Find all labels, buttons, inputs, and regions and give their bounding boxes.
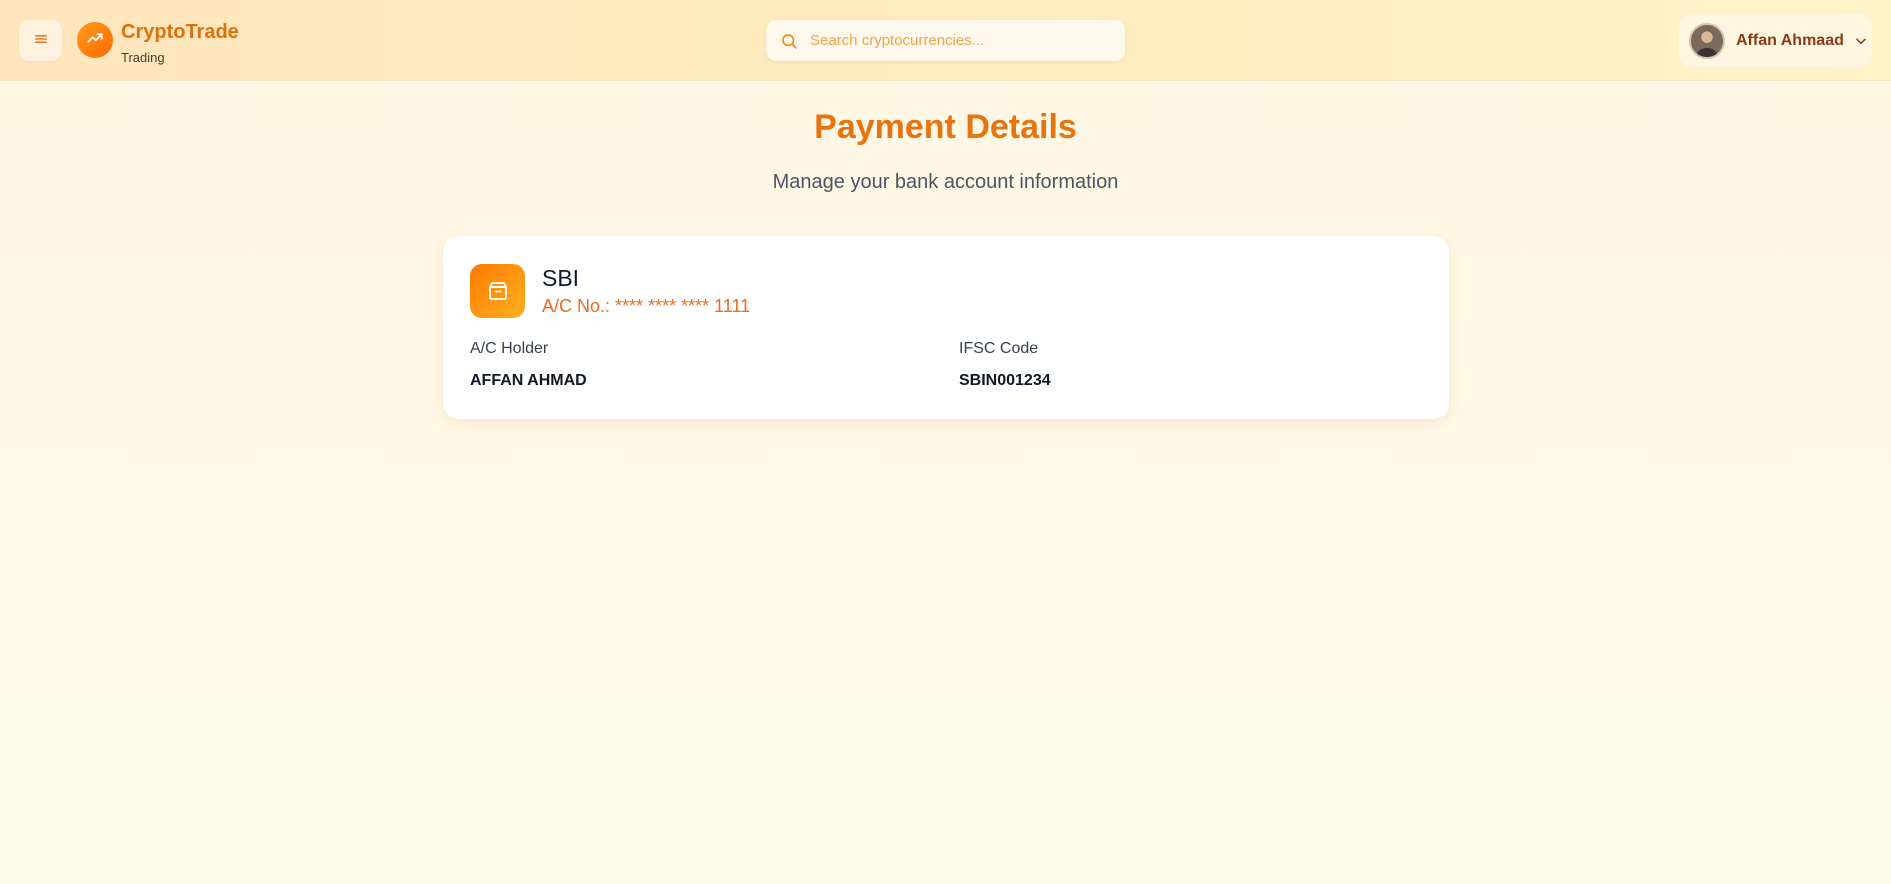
user-name: Affan Ahmaad — [1736, 31, 1844, 49]
avatar[interactable] — [1689, 22, 1725, 59]
ifsc-label: IFSC Code — [959, 340, 1039, 357]
logo[interactable] — [77, 22, 113, 58]
bank-box-icon — [470, 264, 525, 318]
search-input[interactable] — [810, 25, 1110, 56]
account-number: A/C No.: **** **** **** 1111 — [542, 296, 750, 317]
search-icon — [780, 32, 798, 50]
bank-account-card: SBI A/C No.: **** **** **** 1111 A/C Hol… — [443, 236, 1449, 419]
page-subtitle: Manage your bank account information — [772, 171, 1119, 193]
brand-subtitle: Trading — [121, 50, 165, 65]
brand-name[interactable]: CryptoTrade — [121, 21, 239, 44]
holder-label: A/C Holder — [470, 340, 549, 357]
menu-icon — [34, 32, 48, 50]
trending-up-icon — [86, 29, 104, 52]
top-header: CryptoTrade Trading Affan Ahmaad — [0, 0, 1891, 81]
account-number-label: A/C No.: — [542, 296, 611, 316]
holder-value: AFFAN AHMAD — [470, 372, 587, 389]
page-title: Payment Details — [814, 108, 1077, 146]
bank-name: SBI — [542, 265, 580, 291]
search-box[interactable] — [766, 20, 1125, 61]
menu-button[interactable] — [19, 20, 62, 61]
ifsc-value: SBIN001234 — [959, 372, 1051, 389]
account-number-value: **** **** **** 1111 — [615, 296, 751, 316]
user-menu[interactable]: Affan Ahmaad — [1679, 14, 1872, 67]
chevron-down-icon[interactable] — [1854, 34, 1868, 48]
